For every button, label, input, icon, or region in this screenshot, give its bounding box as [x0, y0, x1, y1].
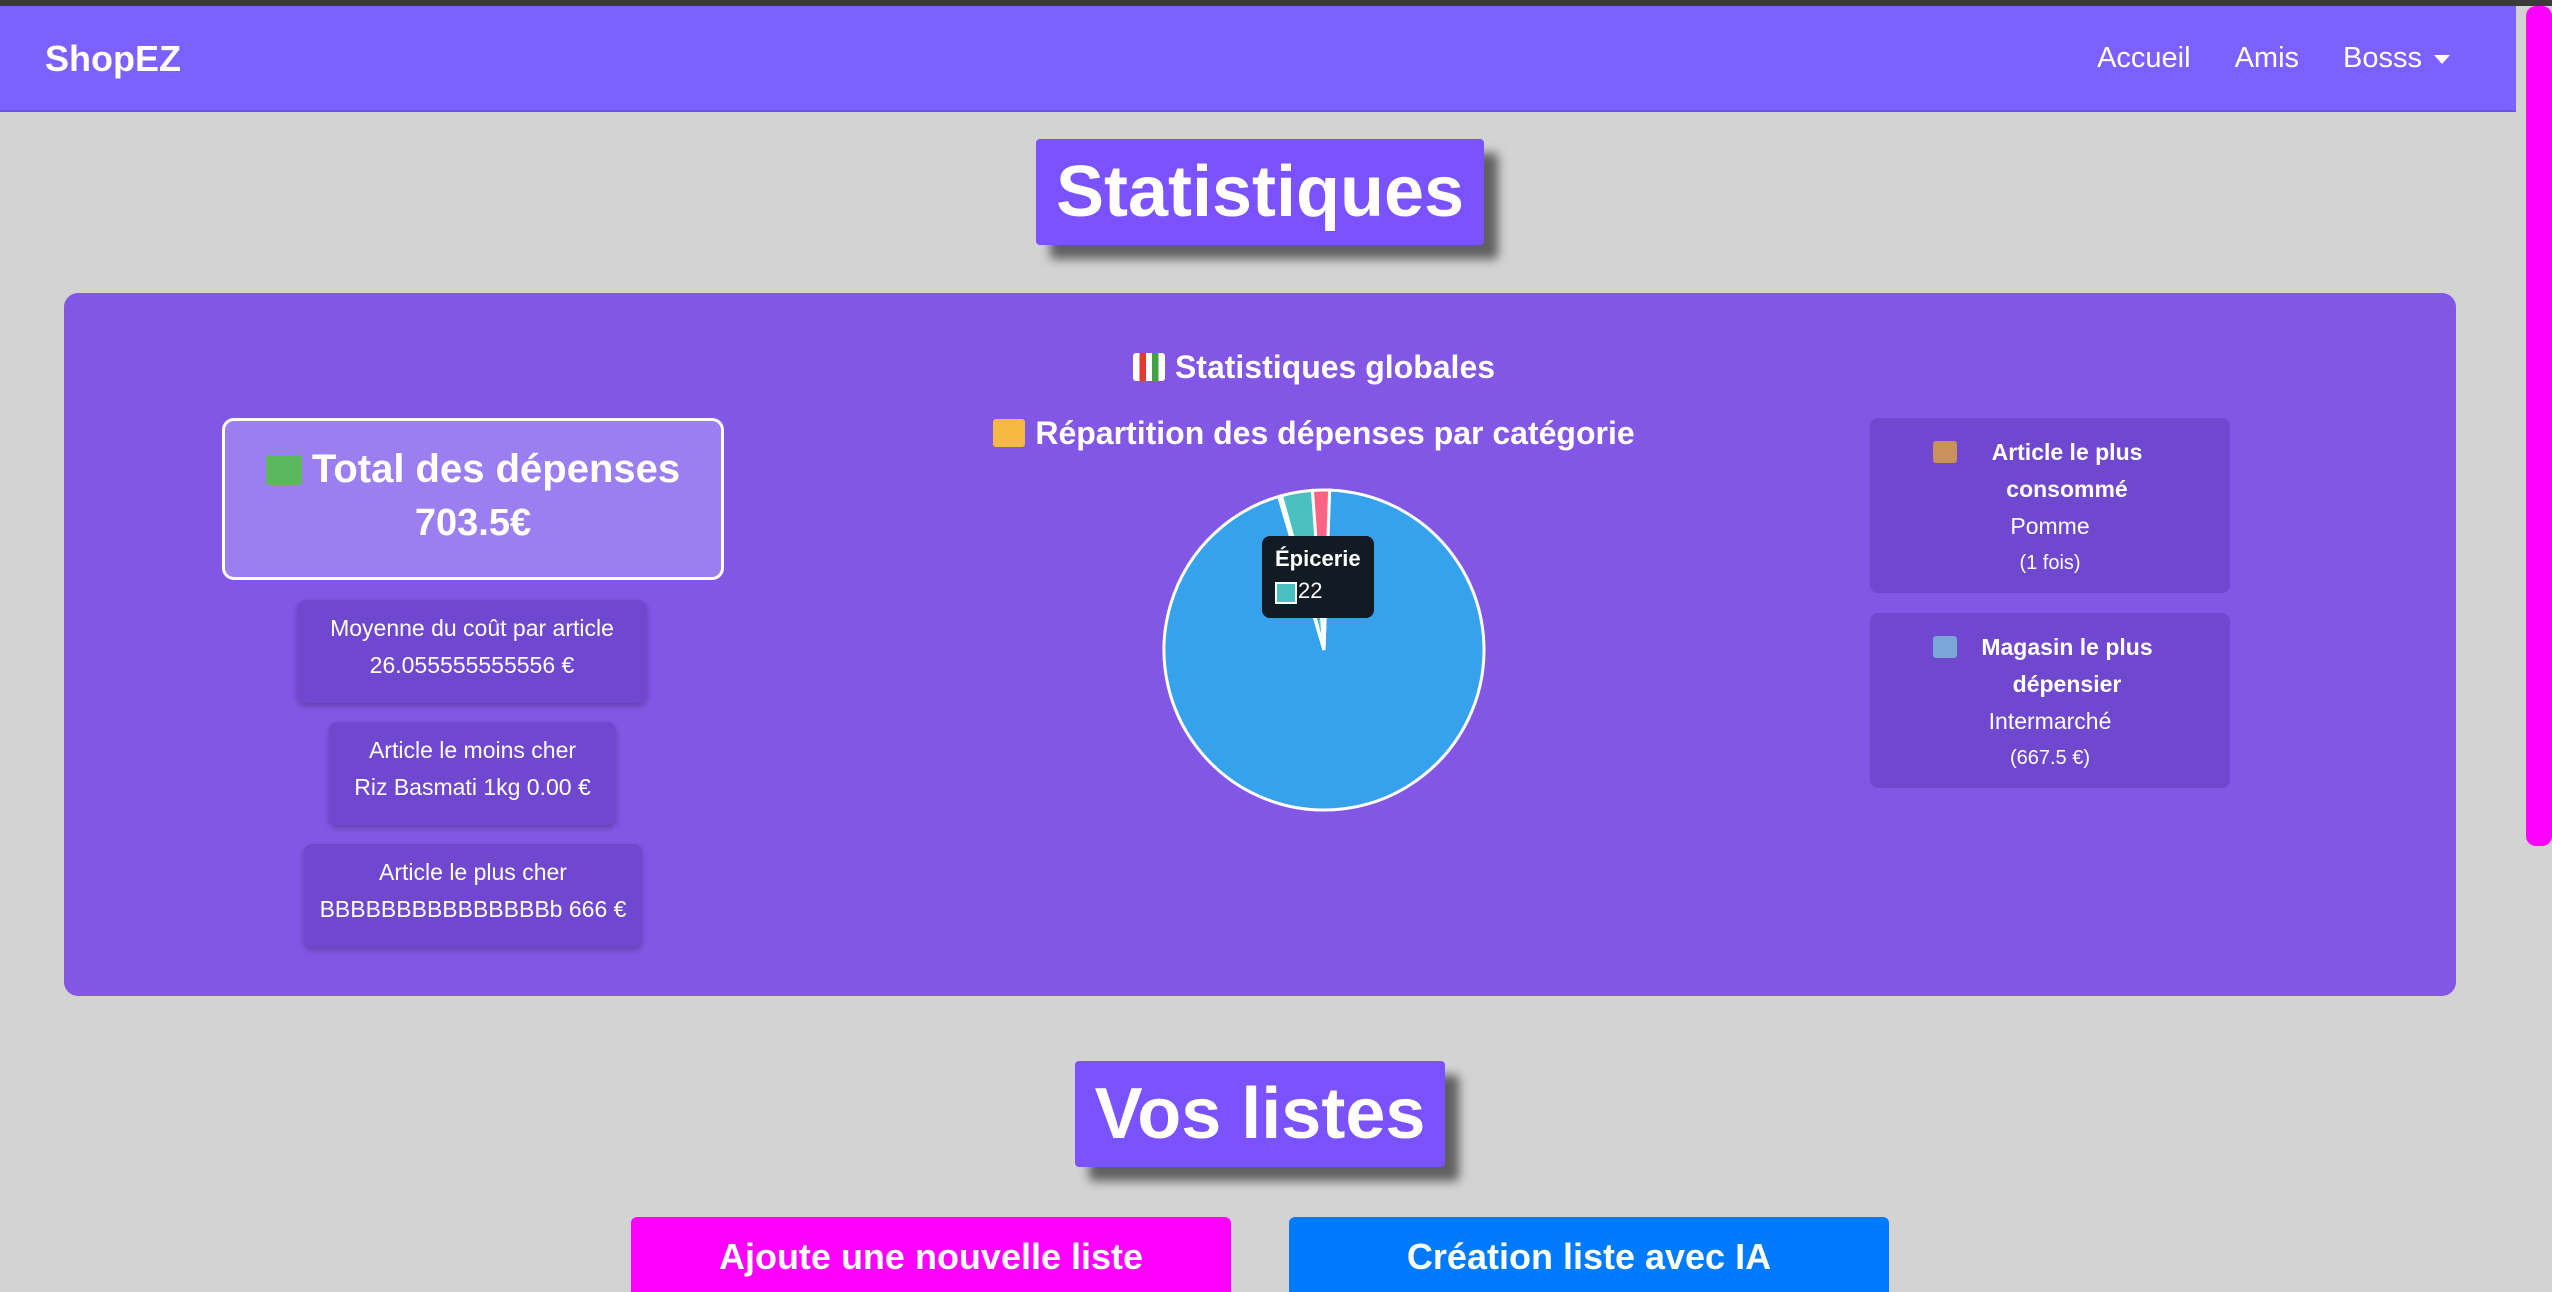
most-expensive-item-label: Article le plus cher: [379, 859, 567, 885]
top-store-label: Magasin le plus dépensier: [1870, 629, 2230, 703]
package-icon: [1933, 441, 1957, 463]
average-cost-label: Moyenne du coût par article: [330, 615, 614, 641]
total-expenses-label-text: Total des dépenses: [311, 447, 681, 491]
navbar: ShopEZ Accueil Amis Bosss: [0, 6, 2516, 112]
user-menu-dropdown[interactable]: Bosss: [2343, 42, 2450, 75]
add-list-button[interactable]: Ajoute une nouvelle liste: [631, 1217, 1231, 1292]
scrollbar-thumb[interactable]: [2526, 6, 2552, 846]
most-expensive-item-value: BBBBBBBBBBBBBBBb 666 €: [319, 896, 627, 922]
bar-chart-icon: [1132, 353, 1165, 381]
most-consumed-label-text: Article le plus consommé: [1991, 439, 2143, 502]
most-consumed-value: Pomme: [2010, 513, 2090, 539]
tooltip-label: Épicerie: [1275, 546, 1361, 571]
nav-link-accueil[interactable]: Accueil: [2097, 42, 2191, 75]
ai-list-button[interactable]: Création liste avec IA: [1289, 1217, 1889, 1292]
chevron-down-icon: [2434, 54, 2450, 64]
top-store-value: Intermarché: [1988, 708, 2112, 734]
chart-title: Répartition des dépenses par catégorie: [1035, 415, 1635, 451]
money-wings-icon: [265, 455, 302, 485]
page-title-vos-listes: Vos listes: [1075, 1061, 1445, 1167]
folder-icon: [993, 419, 1026, 447]
user-menu-label: Bosss: [2343, 42, 2422, 74]
stats-panel: Statistiques globales Répartition des dé…: [64, 293, 2456, 996]
most-consumed-label: Article le plus consommé: [1870, 434, 2230, 508]
total-expenses-card: Total des dépenses 703.5€: [222, 418, 724, 580]
brand-logo[interactable]: ShopEZ: [45, 38, 181, 80]
store-icon: [1933, 636, 1957, 658]
total-expenses-value: 703.5€: [414, 502, 532, 544]
page-title-statistiques: Statistiques: [1036, 139, 1484, 245]
most-consumed-count: (1 fois): [2019, 552, 2081, 574]
tooltip-swatch: [1275, 582, 1297, 604]
average-cost-value: 26.055555555556 €: [369, 652, 575, 678]
tooltip-value: 22: [1298, 578, 1323, 603]
global-stats-heading-label: Statistiques globales: [1174, 349, 1496, 385]
most-expensive-item-card: Article le plus cher BBBBBBBBBBBBBBBb 66…: [304, 844, 642, 947]
global-stats-heading: Statistiques globales: [1084, 349, 1544, 386]
top-store-card: Magasin le plus dépensier Intermarché (6…: [1870, 613, 2230, 788]
browser-window: ShopEZ Accueil Amis Bosss Statistiques S…: [0, 6, 2552, 1292]
chart-heading: Répartition des dépenses par catégorie: [944, 415, 1684, 452]
nav-links: Accueil Amis Bosss: [2097, 42, 2450, 75]
nav-link-amis[interactable]: Amis: [2235, 42, 2299, 75]
cheapest-item-label: Article le moins cher: [368, 737, 577, 763]
most-consumed-card: Article le plus consommé Pomme (1 fois): [1870, 418, 2230, 593]
cheapest-item-card: Article le moins cher Riz Basmati 1kg 0.…: [329, 722, 616, 825]
cheapest-item-value: Riz Basmati 1kg 0.00 €: [354, 774, 591, 800]
total-expenses-label: Total des dépenses: [225, 447, 721, 492]
chart-tooltip: Épicerie 22: [1262, 536, 1374, 618]
average-cost-card: Moyenne du coût par article 26.055555555…: [297, 600, 647, 703]
top-store-label-text: Magasin le plus dépensier: [1981, 634, 2153, 697]
top-store-amount: (667.5 €): [2009, 747, 2091, 769]
